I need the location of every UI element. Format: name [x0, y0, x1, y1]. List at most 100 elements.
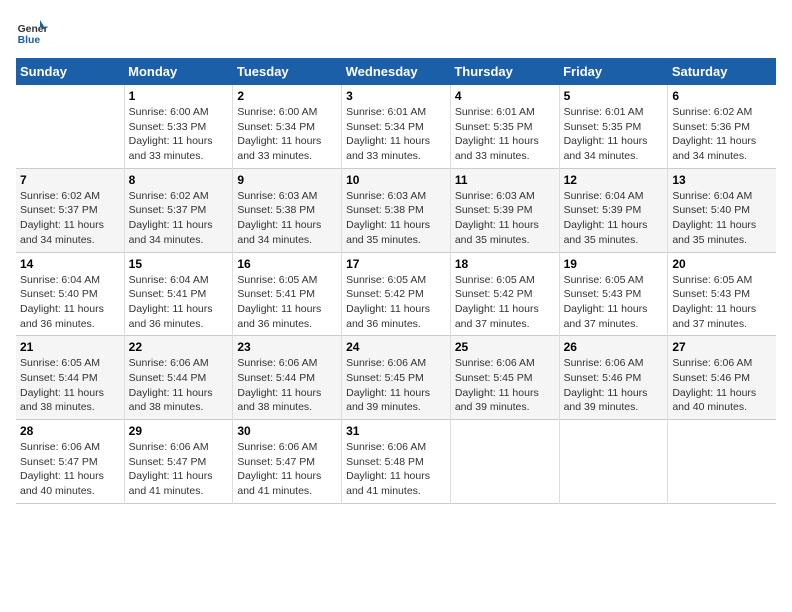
day-info: Sunrise: 6:01 AM Sunset: 5:35 PM Dayligh… [455, 105, 555, 164]
day-number: 16 [237, 257, 337, 271]
day-info: Sunrise: 6:06 AM Sunset: 5:47 PM Dayligh… [237, 440, 337, 499]
day-number: 29 [129, 424, 229, 438]
day-info: Sunrise: 6:00 AM Sunset: 5:33 PM Dayligh… [129, 105, 229, 164]
day-number: 22 [129, 340, 229, 354]
day-info: Sunrise: 6:02 AM Sunset: 5:37 PM Dayligh… [20, 189, 120, 248]
logo: General Blue [16, 16, 48, 48]
day-info: Sunrise: 6:05 AM Sunset: 5:42 PM Dayligh… [455, 273, 555, 332]
day-number: 24 [346, 340, 446, 354]
day-info: Sunrise: 6:05 AM Sunset: 5:42 PM Dayligh… [346, 273, 446, 332]
calendar-cell: 24 Sunrise: 6:06 AM Sunset: 5:45 PM Dayli… [342, 336, 451, 420]
day-info: Sunrise: 6:04 AM Sunset: 5:41 PM Dayligh… [129, 273, 229, 332]
calendar-cell: 27 Sunrise: 6:06 AM Sunset: 5:46 PM Dayli… [668, 336, 776, 420]
calendar-week-row: 7 Sunrise: 6:02 AM Sunset: 5:37 PM Daylig… [16, 168, 776, 252]
calendar-cell: 5Sunrise: 6:01 AM Sunset: 5:35 PM Daylig… [559, 85, 668, 168]
day-number: 2 [237, 89, 337, 103]
calendar-cell [559, 420, 668, 504]
weekday-header-wednesday: Wednesday [342, 58, 451, 85]
calendar-cell: 10 Sunrise: 6:03 AM Sunset: 5:38 PM Dayli… [342, 168, 451, 252]
day-info: Sunrise: 6:04 AM Sunset: 5:40 PM Dayligh… [672, 189, 772, 248]
weekday-header-row: SundayMondayTuesdayWednesdayThursdayFrid… [16, 58, 776, 85]
day-info: Sunrise: 6:05 AM Sunset: 5:43 PM Dayligh… [672, 273, 772, 332]
calendar-cell: 20 Sunrise: 6:05 AM Sunset: 5:43 PM Dayli… [668, 252, 776, 336]
calendar-cell: 26 Sunrise: 6:06 AM Sunset: 5:46 PM Dayli… [559, 336, 668, 420]
calendar-cell: 11 Sunrise: 6:03 AM Sunset: 5:39 PM Dayli… [450, 168, 559, 252]
day-info: Sunrise: 6:06 AM Sunset: 5:45 PM Dayligh… [346, 356, 446, 415]
day-info: Sunrise: 6:04 AM Sunset: 5:40 PM Dayligh… [20, 273, 120, 332]
calendar-cell: 30 Sunrise: 6:06 AM Sunset: 5:47 PM Dayli… [233, 420, 342, 504]
calendar-cell: 2 Sunrise: 6:00 AM Sunset: 5:34 PM Daylig… [233, 85, 342, 168]
weekday-header-friday: Friday [559, 58, 668, 85]
logo-icon: General Blue [16, 16, 48, 48]
day-info: Sunrise: 6:04 AM Sunset: 5:39 PM Dayligh… [564, 189, 664, 248]
day-number: 20 [672, 257, 772, 271]
day-number: 19 [564, 257, 664, 271]
day-number: 8 [129, 173, 229, 187]
day-number: 27 [672, 340, 772, 354]
day-info: Sunrise: 6:06 AM Sunset: 5:46 PM Dayligh… [672, 356, 772, 415]
day-number: 15 [129, 257, 229, 271]
day-info: Sunrise: 6:03 AM Sunset: 5:39 PM Dayligh… [455, 189, 555, 248]
day-info: Sunrise: 6:06 AM Sunset: 5:47 PM Dayligh… [129, 440, 229, 499]
calendar-week-row: 1 Sunrise: 6:00 AM Sunset: 5:33 PM Daylig… [16, 85, 776, 168]
day-number: 1 [129, 89, 229, 103]
calendar-cell: 16 Sunrise: 6:05 AM Sunset: 5:41 PM Dayli… [233, 252, 342, 336]
day-number: 4 [455, 89, 555, 103]
day-number: 26 [564, 340, 664, 354]
day-number: 9 [237, 173, 337, 187]
weekday-header-sunday: Sunday [16, 58, 124, 85]
calendar-cell: 28 Sunrise: 6:06 AM Sunset: 5:47 PM Dayli… [16, 420, 124, 504]
calendar-cell: 22 Sunrise: 6:06 AM Sunset: 5:44 PM Dayli… [124, 336, 233, 420]
calendar-week-row: 21Sunrise: 6:05 AM Sunset: 5:44 PM Dayli… [16, 336, 776, 420]
day-number: 30 [237, 424, 337, 438]
calendar-cell: 7 Sunrise: 6:02 AM Sunset: 5:37 PM Daylig… [16, 168, 124, 252]
svg-text:Blue: Blue [18, 35, 41, 46]
calendar-cell [16, 85, 124, 168]
calendar-cell: 1 Sunrise: 6:00 AM Sunset: 5:33 PM Daylig… [124, 85, 233, 168]
calendar-cell: 15 Sunrise: 6:04 AM Sunset: 5:41 PM Dayli… [124, 252, 233, 336]
calendar-cell [668, 420, 776, 504]
day-info: Sunrise: 6:06 AM Sunset: 5:44 PM Dayligh… [237, 356, 337, 415]
weekday-header-saturday: Saturday [668, 58, 776, 85]
day-info: Sunrise: 6:02 AM Sunset: 5:37 PM Dayligh… [129, 189, 229, 248]
day-info: Sunrise: 6:02 AM Sunset: 5:36 PM Dayligh… [672, 105, 772, 164]
calendar-cell: 3 Sunrise: 6:01 AM Sunset: 5:34 PM Daylig… [342, 85, 451, 168]
day-info: Sunrise: 6:00 AM Sunset: 5:34 PM Dayligh… [237, 105, 337, 164]
day-info: Sunrise: 6:06 AM Sunset: 5:44 PM Dayligh… [129, 356, 229, 415]
day-number: 7 [20, 173, 120, 187]
calendar-table: SundayMondayTuesdayWednesdayThursdayFrid… [16, 58, 776, 504]
calendar-cell: 31Sunrise: 6:06 AM Sunset: 5:48 PM Dayli… [342, 420, 451, 504]
day-info: Sunrise: 6:06 AM Sunset: 5:45 PM Dayligh… [455, 356, 555, 415]
day-number: 13 [672, 173, 772, 187]
day-number: 18 [455, 257, 555, 271]
calendar-cell: 19Sunrise: 6:05 AM Sunset: 5:43 PM Dayli… [559, 252, 668, 336]
day-info: Sunrise: 6:03 AM Sunset: 5:38 PM Dayligh… [237, 189, 337, 248]
day-info: Sunrise: 6:06 AM Sunset: 5:48 PM Dayligh… [346, 440, 446, 499]
day-number: 11 [455, 173, 555, 187]
calendar-cell [450, 420, 559, 504]
calendar-cell: 29 Sunrise: 6:06 AM Sunset: 5:47 PM Dayli… [124, 420, 233, 504]
calendar-cell: 12Sunrise: 6:04 AM Sunset: 5:39 PM Dayli… [559, 168, 668, 252]
day-number: 10 [346, 173, 446, 187]
calendar-cell: 13 Sunrise: 6:04 AM Sunset: 5:40 PM Dayli… [668, 168, 776, 252]
calendar-cell: 18 Sunrise: 6:05 AM Sunset: 5:42 PM Dayli… [450, 252, 559, 336]
day-info: Sunrise: 6:01 AM Sunset: 5:35 PM Dayligh… [564, 105, 664, 164]
calendar-cell: 25Sunrise: 6:06 AM Sunset: 5:45 PM Dayli… [450, 336, 559, 420]
day-info: Sunrise: 6:01 AM Sunset: 5:34 PM Dayligh… [346, 105, 446, 164]
day-info: Sunrise: 6:05 AM Sunset: 5:44 PM Dayligh… [20, 356, 120, 415]
weekday-header-monday: Monday [124, 58, 233, 85]
day-info: Sunrise: 6:03 AM Sunset: 5:38 PM Dayligh… [346, 189, 446, 248]
day-number: 3 [346, 89, 446, 103]
calendar-cell: 4 Sunrise: 6:01 AM Sunset: 5:35 PM Daylig… [450, 85, 559, 168]
calendar-cell: 8 Sunrise: 6:02 AM Sunset: 5:37 PM Daylig… [124, 168, 233, 252]
calendar-cell: 9 Sunrise: 6:03 AM Sunset: 5:38 PM Daylig… [233, 168, 342, 252]
day-info: Sunrise: 6:05 AM Sunset: 5:41 PM Dayligh… [237, 273, 337, 332]
day-number: 28 [20, 424, 120, 438]
day-number: 14 [20, 257, 120, 271]
day-number: 6 [672, 89, 772, 103]
calendar-cell: 17Sunrise: 6:05 AM Sunset: 5:42 PM Dayli… [342, 252, 451, 336]
day-info: Sunrise: 6:06 AM Sunset: 5:46 PM Dayligh… [564, 356, 664, 415]
calendar-week-row: 14 Sunrise: 6:04 AM Sunset: 5:40 PM Dayli… [16, 252, 776, 336]
calendar-week-row: 28 Sunrise: 6:06 AM Sunset: 5:47 PM Dayli… [16, 420, 776, 504]
day-info: Sunrise: 6:06 AM Sunset: 5:47 PM Dayligh… [20, 440, 120, 499]
